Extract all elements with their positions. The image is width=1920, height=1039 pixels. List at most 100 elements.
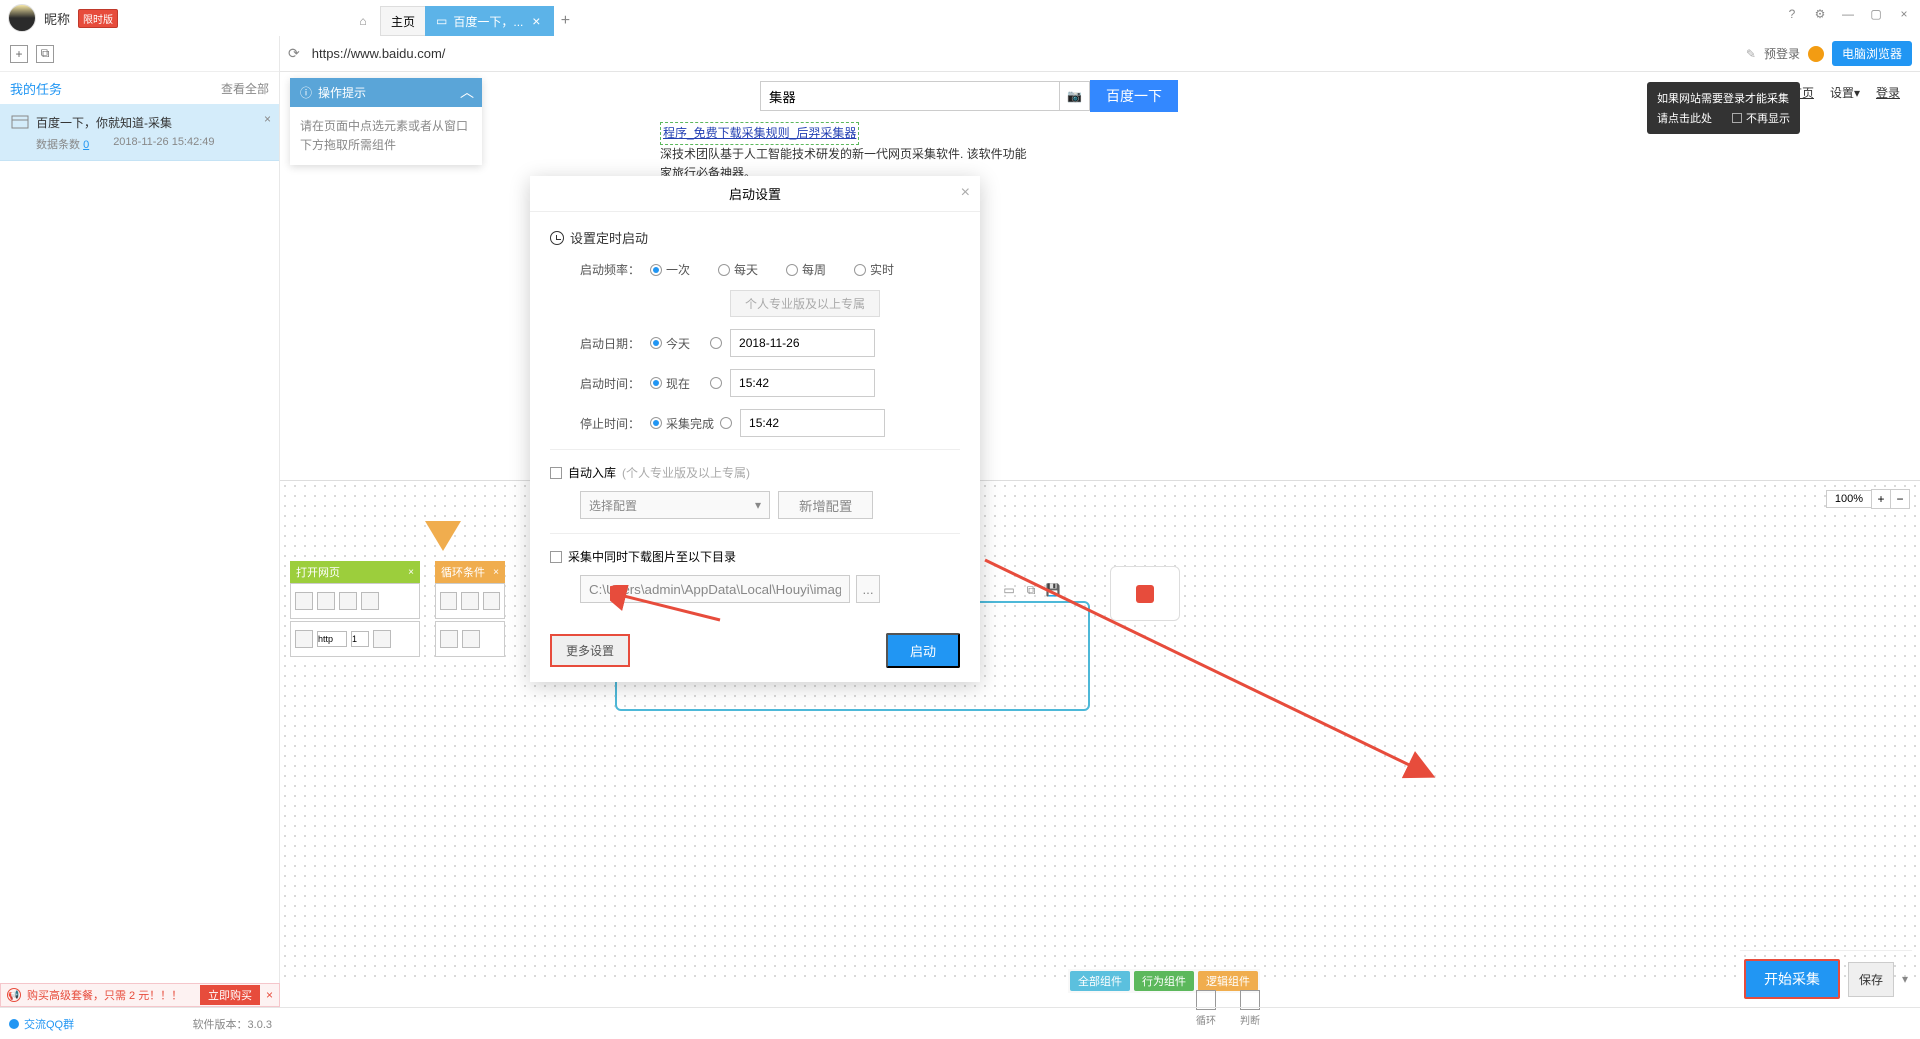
- page-icon[interactable]: ▭: [1000, 581, 1018, 599]
- startup-settings-modal: 启动设置 × 设置定时启动 启动频率： 一次 每天 每周 实时 个人专业版及以上…: [530, 176, 980, 682]
- camera-icon[interactable]: 📷: [1060, 81, 1090, 111]
- chevron-down-icon: ▾: [755, 498, 761, 512]
- start-collect-button[interactable]: 开始采集: [1744, 959, 1840, 999]
- http-input[interactable]: [317, 631, 347, 647]
- freq-daily[interactable]: 每天: [718, 261, 758, 278]
- download-img-row[interactable]: 采集中同时下载图片至以下目录: [550, 548, 960, 565]
- stoptime-input[interactable]: [740, 409, 885, 437]
- stop-button[interactable]: [1110, 566, 1180, 621]
- buy-button[interactable]: 立即购买: [200, 985, 260, 1005]
- num-input[interactable]: [351, 631, 369, 647]
- help-icon[interactable]: ?: [1784, 6, 1800, 22]
- save-icon[interactable]: 💾: [1044, 581, 1062, 599]
- autodb-checkbox[interactable]: [550, 467, 562, 479]
- noshow-checkbox[interactable]: [1732, 113, 1742, 123]
- add-config-button[interactable]: 新增配置: [778, 491, 873, 519]
- addressbar: ⟳ ✎ 预登录 电脑浏览器: [280, 36, 1920, 72]
- close-icon[interactable]: ×: [1896, 6, 1912, 22]
- copy-icon[interactable]: ⧉: [1022, 581, 1040, 599]
- image-path-input[interactable]: [580, 575, 850, 603]
- workflow-canvas[interactable]: 100% + − 打开网页× 循环条件× ▭: [280, 480, 1920, 979]
- home-icon[interactable]: ⌂: [346, 6, 380, 36]
- edit-icon[interactable]: ✎: [1746, 47, 1756, 61]
- tab-all-components[interactable]: 全部组件: [1070, 971, 1130, 991]
- edit-icon[interactable]: [295, 630, 313, 648]
- gear-icon[interactable]: ⚙: [1812, 6, 1828, 22]
- result-link[interactable]: 程序_免费下载采集规则_后羿采集器: [660, 122, 859, 145]
- freq-realtime[interactable]: 实时: [854, 261, 894, 278]
- tab-action-components[interactable]: 行为组件: [1134, 971, 1194, 991]
- addressbar-right: ✎ 预登录 电脑浏览器: [1746, 41, 1912, 66]
- maximize-icon[interactable]: ▢: [1868, 6, 1884, 22]
- node-loop[interactable]: 循环条件×: [435, 561, 505, 657]
- minimize-icon[interactable]: —: [1840, 6, 1856, 22]
- tab-home[interactable]: 主页: [380, 6, 426, 36]
- browse-button[interactable]: ...: [856, 575, 880, 603]
- download-img-checkbox[interactable]: [550, 551, 562, 563]
- url-input[interactable]: [308, 42, 1738, 65]
- task-close-icon[interactable]: ×: [264, 112, 271, 126]
- mini-icon[interactable]: [361, 592, 379, 610]
- date-custom-radio[interactable]: [710, 337, 722, 349]
- tab-add-button[interactable]: +: [553, 6, 577, 36]
- status-dot-icon[interactable]: [1808, 46, 1824, 62]
- browser-button[interactable]: 电脑浏览器: [1832, 41, 1912, 66]
- nav-login[interactable]: 登录: [1876, 84, 1900, 101]
- save-button[interactable]: 保存: [1848, 962, 1894, 997]
- autodb-label: 自动入库: [568, 464, 616, 481]
- result-desc: 深技术团队基于人工智能技术研发的新一代网页采集软件. 该软件功能: [660, 145, 1080, 164]
- select-placeholder: 选择配置: [589, 497, 637, 514]
- noshow-label: 不再显示: [1746, 110, 1790, 126]
- reload-icon[interactable]: ⟳: [288, 45, 300, 62]
- starttime-now[interactable]: 现在: [650, 375, 690, 392]
- nav-settings[interactable]: 设置▾: [1830, 84, 1860, 101]
- task-item[interactable]: 百度一下，你就知道-采集 数据条数 0 2018-11-26 15:42:49 …: [0, 104, 279, 161]
- node-close-icon[interactable]: ×: [493, 567, 499, 578]
- tab-logic-components[interactable]: 逻辑组件: [1198, 971, 1258, 991]
- mini-icon[interactable]: [339, 592, 357, 610]
- stoptime-custom-radio[interactable]: [720, 417, 732, 429]
- start-button[interactable]: 启动: [886, 633, 960, 668]
- tab-baidu[interactable]: ▭ 百度一下，... ×: [425, 6, 554, 36]
- close-icon[interactable]: ×: [529, 14, 543, 28]
- promo-bar: 📢 购买高级套餐，只需 2 元！！！ 立即购买 ×: [0, 983, 280, 1007]
- prelogin-button[interactable]: 预登录: [1764, 45, 1800, 62]
- freq-once[interactable]: 一次: [650, 261, 690, 278]
- more-settings-button[interactable]: 更多设置: [550, 634, 630, 667]
- autodb-row[interactable]: 自动入库 (个人专业版及以上专属): [550, 464, 960, 481]
- config-select[interactable]: 选择配置 ▾: [580, 491, 770, 519]
- zoom-out-button[interactable]: −: [1890, 489, 1910, 509]
- modal-close-icon[interactable]: ×: [961, 184, 970, 202]
- freq-weekly[interactable]: 每周: [786, 261, 826, 278]
- search-button[interactable]: 百度一下: [1090, 80, 1178, 112]
- mini-icon[interactable]: [373, 630, 391, 648]
- mini-icon[interactable]: [440, 630, 458, 648]
- viewall-link[interactable]: 查看全部: [221, 80, 269, 97]
- section-label: 设置定时启动: [570, 228, 648, 247]
- qq-group-link[interactable]: 交流QQ群: [0, 1016, 74, 1032]
- date-today[interactable]: 今天: [650, 335, 690, 352]
- search-input[interactable]: [760, 81, 1060, 111]
- new-task-icon[interactable]: +: [10, 45, 28, 63]
- mini-icon[interactable]: [461, 592, 478, 610]
- count-value[interactable]: 0: [83, 139, 89, 151]
- chevron-down-icon[interactable]: ▾: [1902, 972, 1908, 986]
- mini-icon[interactable]: [317, 592, 335, 610]
- stoptime-done[interactable]: 采集完成: [650, 415, 714, 432]
- date-input[interactable]: [730, 329, 875, 357]
- starttime-custom-radio[interactable]: [710, 377, 722, 389]
- mini-icon[interactable]: [295, 592, 313, 610]
- promo-text: 购买高级套餐，只需 2 元！！！: [27, 987, 194, 1003]
- mini-icon[interactable]: [440, 592, 457, 610]
- collapse-icon[interactable]: ︿: [460, 82, 474, 102]
- node-open-page[interactable]: 打开网页×: [290, 561, 420, 657]
- starttime-input[interactable]: [730, 369, 875, 397]
- folder-icon[interactable]: ⧉: [36, 45, 54, 63]
- zoom-in-button[interactable]: +: [1871, 489, 1891, 509]
- promo-close-icon[interactable]: ×: [266, 988, 273, 1002]
- mini-icon[interactable]: [462, 630, 480, 648]
- node-close-icon[interactable]: ×: [408, 567, 414, 578]
- mini-icon[interactable]: [483, 592, 500, 610]
- avatar[interactable]: [8, 4, 36, 32]
- tooltip-line2: 请点击此处: [1657, 110, 1712, 126]
